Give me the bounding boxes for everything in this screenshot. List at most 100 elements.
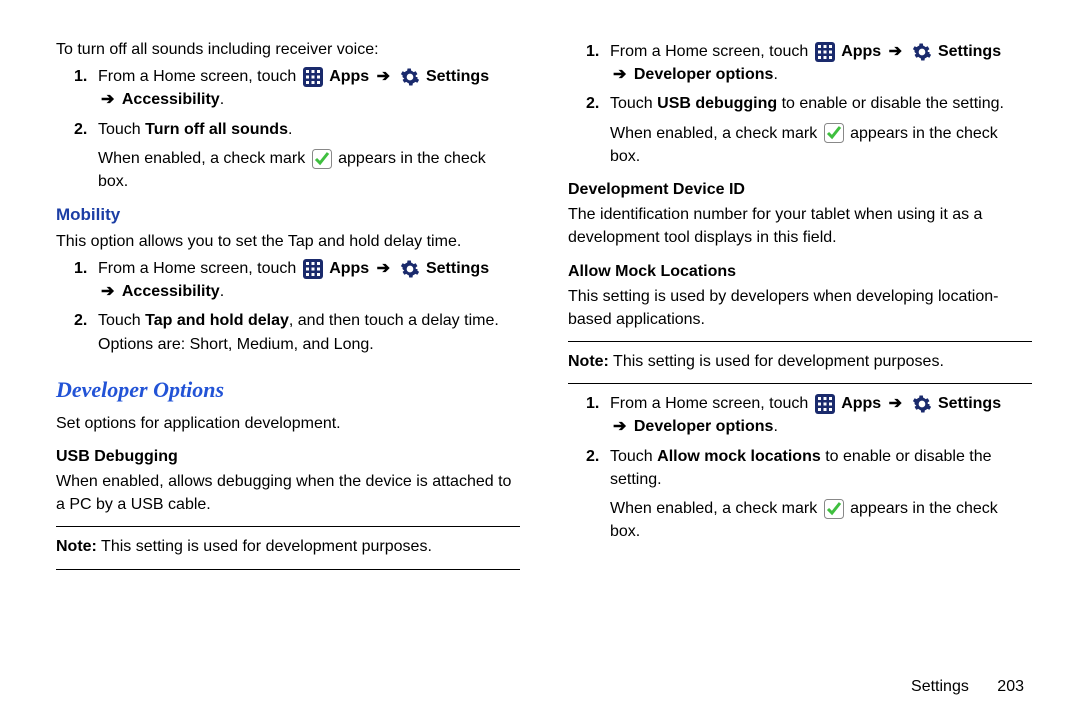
apps-icon [303, 259, 323, 279]
arrow-icon: ➔ [613, 418, 626, 435]
gear-icon [912, 394, 932, 414]
apps-label: Apps [329, 260, 369, 277]
settings-label: Settings [938, 395, 1001, 412]
step-number: 1. [586, 392, 599, 415]
note-line: Note: This setting is used for developme… [568, 350, 1032, 373]
apps-icon [303, 67, 323, 87]
settings-label: Settings [938, 43, 1001, 60]
checkmark-note: When enabled, a check mark appears in th… [56, 147, 520, 193]
step-2: 2. Touch Tap and hold delay, and then to… [56, 309, 520, 355]
turn-off-all-sounds-label: Turn off all sounds [145, 121, 288, 138]
steps-allow-mock: 1. From a Home screen, touch Apps ➔ Sett… [568, 392, 1032, 491]
note-text: This setting is used for development pur… [101, 538, 432, 555]
arrow-icon: ➔ [101, 283, 114, 300]
gear-icon [912, 42, 932, 62]
step-2: 2. Touch Turn off all sounds. [56, 118, 520, 141]
period: . [220, 283, 224, 300]
mobility-desc: This option allows you to set the Tap an… [56, 230, 520, 253]
step-number: 1. [74, 65, 87, 88]
arrow-icon: ➔ [101, 91, 114, 108]
arrow-icon: ➔ [377, 260, 390, 277]
developer-options-desc: Set options for application development. [56, 412, 520, 435]
usb-debugging-desc: When enabled, allows debugging when the … [56, 470, 520, 516]
accessibility-label: Accessibility [122, 283, 220, 300]
mobility-heading: Mobility [56, 203, 520, 228]
checkmark-note: When enabled, a check mark appears in th… [568, 497, 1032, 543]
divider [568, 383, 1032, 384]
developer-options-heading: Developer Options [56, 374, 520, 406]
step-2: 2. Touch Allow mock locations to enable … [568, 445, 1032, 491]
apps-label: Apps [329, 68, 369, 85]
settings-label: Settings [426, 68, 489, 85]
note-label: Note: [56, 538, 97, 555]
step-number: 2. [74, 309, 87, 332]
checkmark-icon [312, 149, 332, 169]
settings-label: Settings [426, 260, 489, 277]
arrow-icon: ➔ [613, 66, 626, 83]
checkmark-icon [824, 123, 844, 143]
arrow-icon: ➔ [889, 43, 902, 60]
developer-options-label: Developer options [634, 66, 774, 83]
note-text: This setting is used for development pur… [613, 353, 944, 370]
step-number: 1. [586, 40, 599, 63]
step-text: From a Home screen, touch [98, 68, 296, 85]
step-text: to enable or disable the setting. [782, 95, 1004, 112]
checkmark-note: When enabled, a check mark appears in th… [568, 122, 1032, 168]
apps-icon [815, 42, 835, 62]
step-text: Touch [98, 312, 141, 329]
allow-mock-label: Allow mock locations [657, 448, 821, 465]
allow-mock-locations-heading: Allow Mock Locations [568, 260, 1032, 283]
apps-label: Apps [841, 43, 881, 60]
apps-icon [815, 394, 835, 414]
divider [56, 526, 520, 527]
allow-mock-locations-desc: This setting is used by developers when … [568, 285, 1032, 331]
step-number: 2. [586, 445, 599, 468]
step-text: Touch [610, 95, 653, 112]
period: . [773, 66, 777, 83]
step-1: 1. From a Home screen, touch Apps ➔ Sett… [568, 40, 1032, 86]
footer-section-label: Settings [911, 678, 969, 695]
steps-usb-debug: 1. From a Home screen, touch Apps ➔ Sett… [568, 40, 1032, 116]
development-device-id-desc: The identification number for your table… [568, 203, 1032, 249]
step-number: 2. [74, 118, 87, 141]
text: When enabled, a check mark [610, 125, 817, 142]
period: . [288, 121, 292, 138]
divider [56, 569, 520, 570]
step-1: 1. From a Home screen, touch Apps ➔ Sett… [568, 392, 1032, 438]
checkmark-icon [824, 499, 844, 519]
step-text: From a Home screen, touch [98, 260, 296, 277]
step-text: Touch [98, 121, 141, 138]
right-column: 1. From a Home screen, touch Apps ➔ Sett… [568, 38, 1032, 696]
note-line: Note: This setting is used for developme… [56, 535, 520, 558]
usb-debugging-heading: USB Debugging [56, 445, 520, 468]
page-number: 203 [997, 678, 1024, 695]
arrow-icon: ➔ [889, 395, 902, 412]
note-label: Note: [568, 353, 609, 370]
arrow-icon: ➔ [377, 68, 390, 85]
gear-icon [400, 259, 420, 279]
step-number: 2. [586, 92, 599, 115]
step-1: 1. From a Home screen, touch Apps ➔ Sett… [56, 65, 520, 111]
steps-turn-off-sounds: 1. From a Home screen, touch Apps ➔ Sett… [56, 65, 520, 141]
accessibility-label: Accessibility [122, 91, 220, 108]
developer-options-label: Developer options [634, 418, 774, 435]
text: When enabled, a check mark [610, 500, 817, 517]
step-number: 1. [74, 257, 87, 280]
tap-hold-label: Tap and hold delay [145, 312, 289, 329]
development-device-id-heading: Development Device ID [568, 178, 1032, 201]
usb-debugging-label: USB debugging [657, 95, 777, 112]
step-text: From a Home screen, touch [610, 395, 808, 412]
gear-icon [400, 67, 420, 87]
step-2: 2. Touch USB debugging to enable or disa… [568, 92, 1032, 115]
apps-label: Apps [841, 395, 881, 412]
divider [568, 341, 1032, 342]
left-column: To turn off all sounds including receive… [56, 38, 520, 696]
intro-line: To turn off all sounds including receive… [56, 38, 520, 61]
page-footer: Settings 203 [911, 675, 1024, 698]
period: . [220, 91, 224, 108]
step-text: From a Home screen, touch [610, 43, 808, 60]
step-text: Touch [610, 448, 653, 465]
steps-mobility: 1. From a Home screen, touch Apps ➔ Sett… [56, 257, 520, 356]
step-1: 1. From a Home screen, touch Apps ➔ Sett… [56, 257, 520, 303]
page-body: To turn off all sounds including receive… [0, 0, 1080, 720]
